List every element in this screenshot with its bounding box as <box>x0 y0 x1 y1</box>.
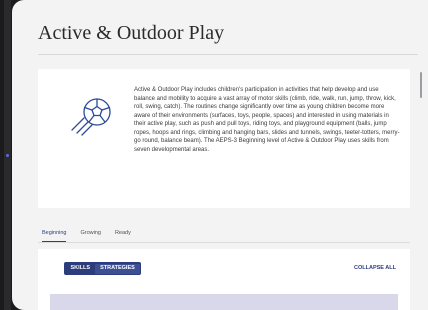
scrollbar[interactable] <box>420 72 422 98</box>
content-card: SKILLS STRATEGIES COLLAPSE ALL <box>38 249 410 310</box>
description-card: Active & Outdoor Play includes children'… <box>38 69 410 208</box>
soccer-ball-motion-icon <box>71 98 111 136</box>
skills-list-header <box>50 294 398 310</box>
level-tabs: Beginning Growing Ready <box>42 230 131 242</box>
tablet-frame: Active & Outdoor Play Active & Outdoor P… <box>0 0 428 310</box>
collapse-all-button[interactable]: COLLAPSE ALL <box>354 265 396 271</box>
skills-strategies-toggle: SKILLS STRATEGIES <box>64 262 142 275</box>
camera-dot <box>6 154 9 157</box>
tabs-divider <box>38 242 410 243</box>
screen: Active & Outdoor Play Active & Outdoor P… <box>12 0 428 310</box>
strategies-button[interactable]: STRATEGIES <box>95 263 140 274</box>
title-divider <box>38 54 418 55</box>
tab-beginning[interactable]: Beginning <box>42 230 67 242</box>
tab-ready[interactable]: Ready <box>115 230 131 242</box>
page-title: Active & Outdoor Play <box>38 22 225 44</box>
description-text: Active & Outdoor Play includes children'… <box>134 87 400 153</box>
skills-button[interactable]: SKILLS <box>66 264 96 274</box>
tab-growing[interactable]: Growing <box>80 230 100 242</box>
